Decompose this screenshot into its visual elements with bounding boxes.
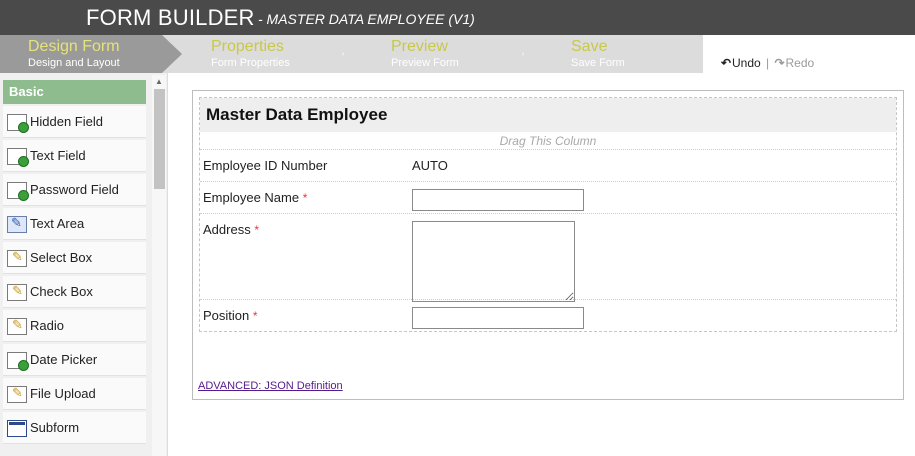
step-separator — [342, 35, 344, 73]
field-label: Employee Name * — [203, 190, 308, 205]
undo-icon: ↶ — [721, 56, 732, 70]
step-sublabel: Form Properties — [211, 57, 290, 69]
step-label: Save — [571, 38, 608, 55]
palette-item-date-picker[interactable]: Date Picker — [3, 344, 146, 376]
form-title[interactable]: Master Data Employee — [200, 98, 896, 132]
app-title: FORM BUILDER — [86, 5, 255, 30]
wizard-steps: Design Form Design and Layout Properties… — [0, 35, 703, 73]
step-design-form[interactable]: Design Form Design and Layout — [0, 35, 162, 73]
palette-item-radio[interactable]: Radio — [3, 310, 146, 342]
field-label: Position * — [203, 308, 258, 323]
app-header: FORM BUILDER - MASTER DATA EMPLOYEE (V1) — [0, 0, 915, 35]
step-label: Properties — [211, 38, 284, 55]
subform-icon — [7, 420, 27, 437]
form-row-position[interactable]: Position * — [200, 299, 896, 331]
text-field-icon — [7, 148, 29, 167]
palette-item-label: File Upload — [30, 386, 96, 401]
palette-item-label: Hidden Field — [30, 114, 103, 129]
palette-item-select-box[interactable]: Select Box — [3, 242, 146, 274]
edit-icon — [7, 385, 27, 403]
form-section[interactable]: Master Data Employee Drag This Column Em… — [199, 97, 897, 332]
step-save[interactable]: Save Save Form — [544, 35, 702, 73]
palette-category-basic[interactable]: Basic — [3, 80, 146, 104]
undo-redo-bar: ↶Undo | ↷Redo — [721, 56, 814, 70]
palette-item-password-field[interactable]: Password Field — [3, 174, 146, 206]
palette-item-text-area[interactable]: Text Area — [3, 208, 146, 240]
form-canvas: Master Data Employee Drag This Column Em… — [192, 90, 904, 400]
form-row-address[interactable]: Address * — [200, 213, 896, 302]
edit-icon — [7, 317, 27, 335]
palette-item-label: Subform — [30, 420, 80, 435]
palette-item-subform[interactable]: Subform — [3, 412, 146, 444]
step-sublabel: Design and Layout — [28, 57, 120, 69]
step-label: Preview — [391, 38, 448, 55]
redo-button[interactable]: ↷Redo — [775, 56, 815, 70]
step-separator — [522, 35, 524, 73]
palette-item-label: Date Picker — [30, 352, 98, 367]
step-properties[interactable]: Properties Form Properties — [184, 35, 344, 73]
drag-column-handle[interactable]: Drag This Column — [200, 134, 896, 148]
form-subtitle: - MASTER DATA EMPLOYEE (V1) — [258, 11, 475, 27]
divider: | — [766, 56, 770, 70]
redo-label: Redo — [785, 56, 815, 70]
redo-icon: ↷ — [774, 56, 785, 70]
undo-label: Undo — [732, 56, 761, 70]
palette-item-hidden-field[interactable]: Hidden Field — [3, 106, 146, 138]
element-palette: Basic Hidden Field Text Field Password F… — [0, 73, 168, 456]
text-field-icon — [7, 352, 29, 371]
address-textarea[interactable] — [412, 221, 575, 302]
required-marker: * — [254, 223, 259, 237]
edit-icon — [7, 283, 27, 301]
required-marker: * — [252, 309, 258, 323]
scrollbar-thumb[interactable] — [154, 89, 165, 189]
text-area-icon — [7, 215, 27, 233]
undo-button[interactable]: ↶Undo — [721, 56, 761, 70]
step-label: Design Form — [28, 38, 120, 55]
edit-icon — [7, 249, 27, 267]
advanced-json-link[interactable]: ADVANCED: JSON Definition — [198, 380, 343, 392]
step-preview[interactable]: Preview Preview Form — [364, 35, 524, 73]
position-input[interactable] — [412, 307, 584, 329]
palette-item-label: Check Box — [30, 284, 93, 299]
step-arrow — [162, 35, 182, 73]
palette-item-file-upload[interactable]: File Upload — [3, 378, 146, 410]
field-value: AUTO — [412, 158, 448, 173]
scroll-up-icon[interactable]: ▲ — [155, 77, 163, 86]
palette-item-check-box[interactable]: Check Box — [3, 276, 146, 308]
text-field-icon — [7, 114, 29, 133]
palette-item-text-field[interactable]: Text Field — [3, 140, 146, 172]
palette-item-label: Password Field — [30, 182, 119, 197]
form-row-employee-name[interactable]: Employee Name * — [200, 181, 896, 213]
palette-item-label: Text Field — [30, 148, 86, 163]
field-label: Address * — [203, 222, 259, 237]
employee-name-input[interactable] — [412, 189, 584, 211]
palette-item-label: Text Area — [30, 216, 85, 231]
step-sublabel: Save Form — [571, 57, 625, 69]
step-sublabel: Preview Form — [391, 57, 459, 69]
required-marker: * — [302, 191, 308, 205]
field-label: Employee ID Number — [203, 158, 328, 173]
text-field-icon — [7, 182, 29, 201]
palette-item-label: Select Box — [30, 250, 93, 265]
form-row-employee-id[interactable]: Employee ID Number AUTO — [200, 149, 896, 181]
palette-item-label: Radio — [30, 318, 64, 333]
palette-scrollbar[interactable]: ▲ — [152, 75, 166, 456]
